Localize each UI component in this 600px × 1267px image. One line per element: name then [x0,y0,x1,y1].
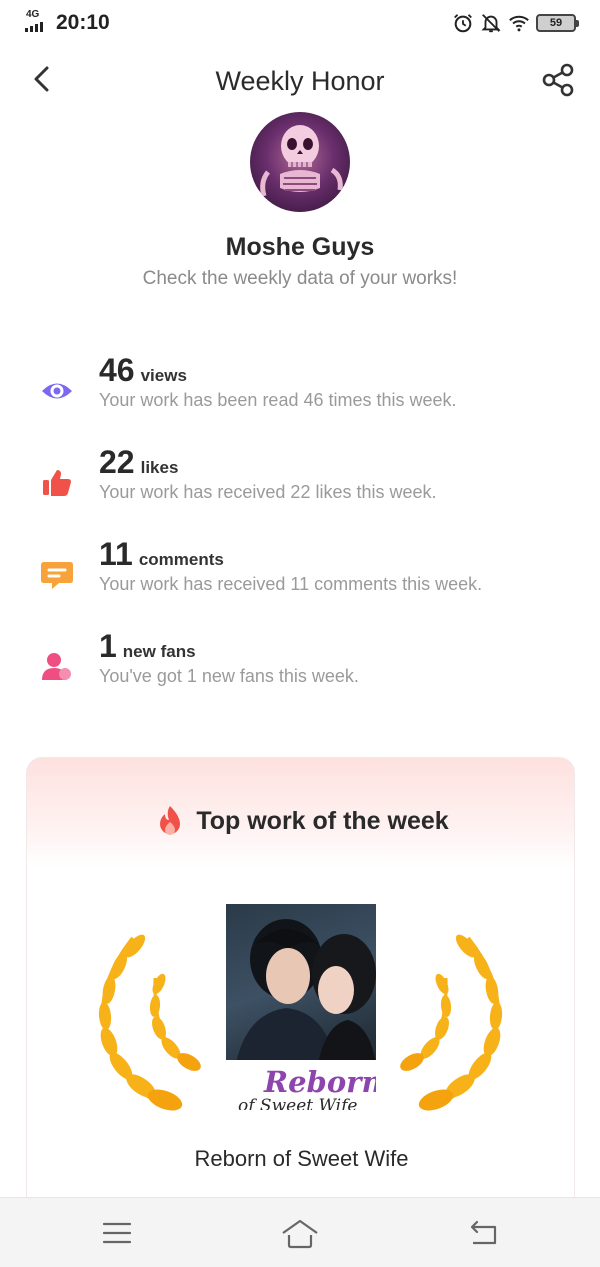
comment-icon [41,562,73,589]
stat-description: Your work has received 11 comments this … [99,574,483,594]
app-header: Weekly Honor [0,52,600,110]
stat-comments: 11 comments Your work has received 11 com… [0,536,600,606]
eye-icon [42,383,72,399]
network-type: 4G [26,9,40,20]
signal-icon: 4G [24,9,48,34]
stat-likes: 22 likes Your work has received 22 likes … [0,444,600,514]
cover-title: Reborn [264,1065,376,1099]
system-nav-bar [0,1197,600,1267]
back-return-icon[interactable] [465,1215,501,1251]
stat-description: You've got 1 new fans this week. [99,666,359,686]
profile-subtitle: Check the weekly data of your works! [142,268,458,289]
thumbs-up-icon [43,470,71,496]
home-icon[interactable] [280,1215,320,1251]
menu-icon[interactable] [99,1215,135,1251]
status-bar: 4G 20:10 59 [0,0,600,46]
user-name: Moshe Guys [225,233,375,261]
fire-icon [160,806,181,835]
stat-unit: new fans [122,642,196,661]
stat-views: 46 views Your work has been read 46 times… [0,352,600,422]
stat-value: 11 [99,536,133,572]
stat-unit: comments [138,550,224,569]
cover-illustration [236,919,376,1064]
person-icon [42,653,71,680]
status-time: 20:10 [56,11,110,34]
page-title: Weekly Honor [215,66,385,96]
stat-new-fans: 1 new fans You've got 1 new fans this wee… [0,628,600,698]
stat-unit: likes [140,458,179,477]
top-work-heading: Top work of the week [196,806,449,835]
battery-indicator: 59 [536,14,579,32]
stat-value: 22 [99,444,135,480]
stat-unit: views [140,366,187,385]
stat-value: 1 [99,628,117,664]
stat-value: 46 [99,352,135,388]
laurel-icon [98,934,201,1111]
avatar [250,112,350,212]
share-icon[interactable] [540,62,576,98]
top-work-card: Top work of the week Reborn of Sweet Wif… [26,757,575,1217]
cover-subtitle: of Sweet Wife [238,1096,358,1110]
alarm-icon [454,14,472,33]
book-cover[interactable]: Reborn of Sweet Wife [226,904,376,1110]
stat-description: Your work has been read 46 times this we… [99,390,457,410]
skeleton-image [260,125,343,197]
wifi-icon [509,15,529,32]
battery-level: 59 [549,17,563,29]
laurel-icon [400,934,503,1111]
top-work-name[interactable]: Reborn of Sweet Wife [27,1146,574,1172]
mute-bell-icon [481,14,501,33]
stat-description: Your work has received 22 likes this wee… [99,482,437,502]
